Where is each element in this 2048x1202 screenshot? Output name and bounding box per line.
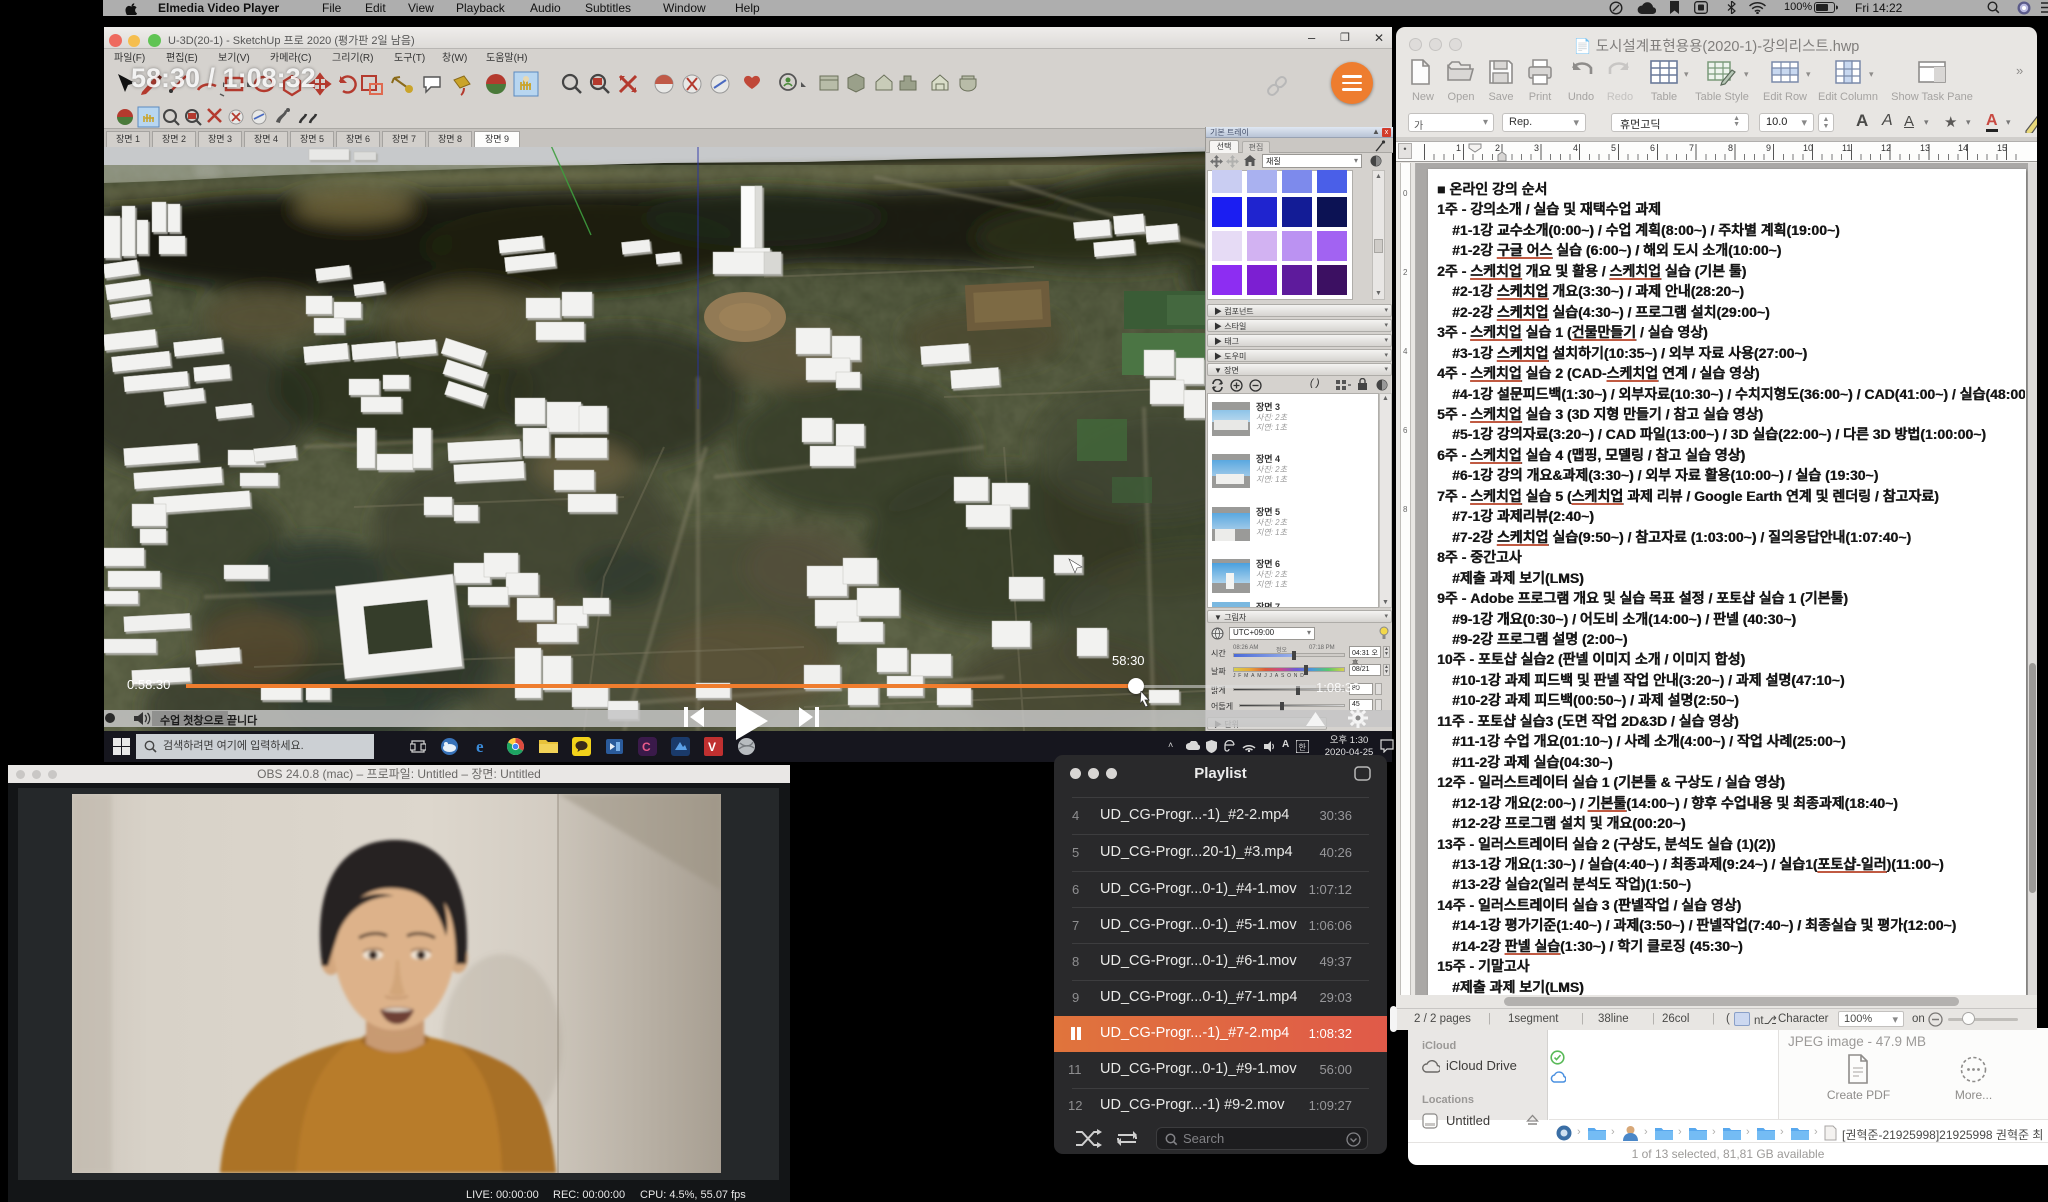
svg-text:한: 한 [1299, 743, 1307, 752]
svg-text:C: C [642, 740, 651, 754]
svg-text:V: V [708, 740, 716, 754]
svg-text:e: e [476, 737, 484, 756]
